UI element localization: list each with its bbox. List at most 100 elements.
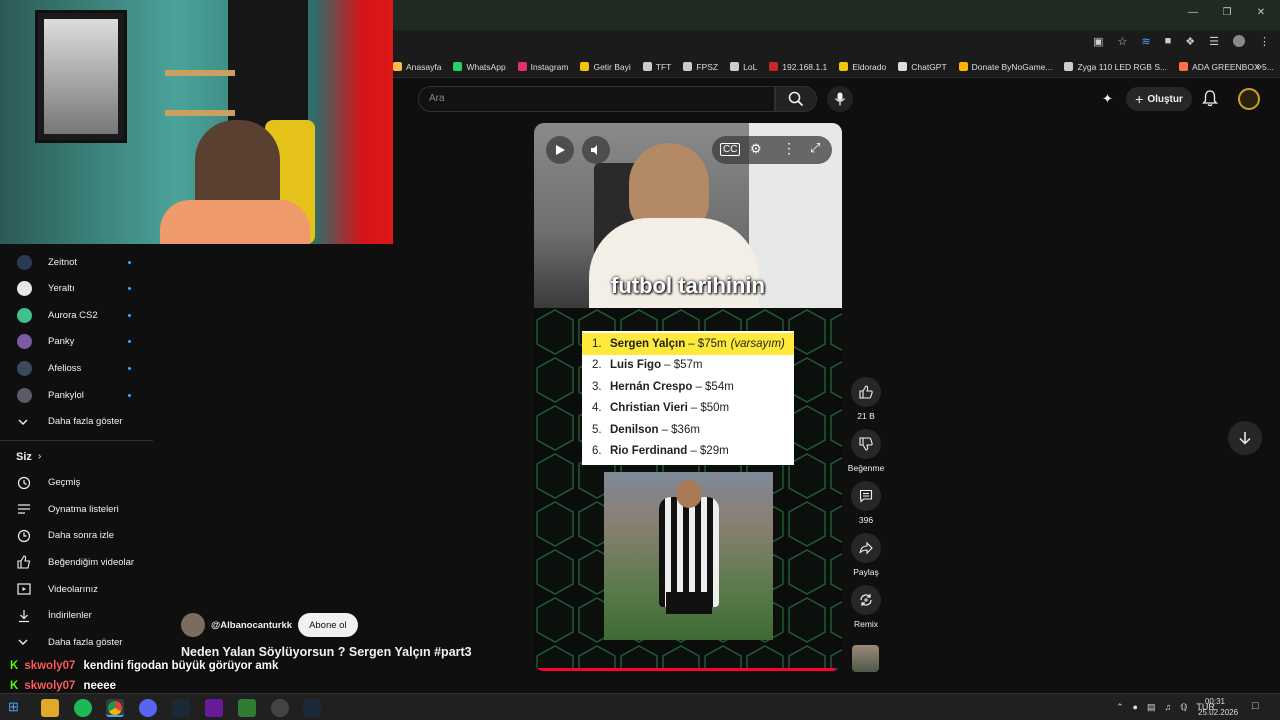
video-caption: futbol tarihinin: [611, 273, 765, 298]
playlist-icon: [18, 504, 30, 514]
dislike-label: Beğenme: [847, 463, 885, 473]
file-explorer-icon[interactable]: [41, 699, 59, 717]
windows-start-icon[interactable]: ⊞: [8, 699, 26, 717]
bookmark-item[interactable]: WhatsApp: [453, 62, 506, 72]
voice-search-button[interactable]: [827, 86, 853, 112]
fullscreen-icon[interactable]: ⤢: [810, 140, 820, 156]
subscription-item[interactable]: Afelioss: [0, 355, 153, 381]
extensions-puzzle-icon[interactable]: ❖: [1185, 35, 1195, 48]
dislike-button[interactable]: Beğenme: [846, 429, 886, 473]
bookmark-star-icon[interactable]: ☆: [1118, 35, 1128, 48]
sidebar-item[interactable]: Oynatma listeleri: [0, 496, 153, 522]
sidebar-item-label: Videolarınız: [48, 583, 98, 595]
captions-icon[interactable]: CC: [720, 143, 741, 156]
like-button[interactable]: 21 B: [849, 377, 883, 421]
show-more-button[interactable]: Daha fazla göster: [0, 629, 153, 655]
bookmark-item[interactable]: LoL: [730, 62, 757, 72]
subscribe-button[interactable]: Abone ol: [298, 613, 358, 637]
subscription-item[interactable]: Panky: [0, 329, 153, 355]
subscription-item[interactable]: Aurora CS2: [0, 302, 153, 328]
bookmark-item[interactable]: Getir Bayi: [580, 62, 631, 72]
notification-center-icon[interactable]: □: [1252, 700, 1259, 712]
sidebar-item-label: Geçmiş: [48, 477, 81, 489]
extension-icon[interactable]: ≋: [1141, 35, 1150, 48]
ranking-row: 4. Christian Vieri – $50m: [582, 398, 794, 420]
subscription-item[interactable]: Pankylol: [0, 382, 153, 408]
bookmark-item[interactable]: Donate ByNoGame...: [958, 62, 1052, 72]
channel-avatar[interactable]: [181, 613, 205, 637]
rank-number: 5.: [592, 423, 602, 436]
bookmark-item[interactable]: Eldorado: [839, 62, 886, 72]
discord-icon[interactable]: [139, 699, 157, 717]
steam-icon[interactable]: [303, 699, 321, 717]
bookmark-item[interactable]: ChatGPT: [898, 62, 947, 72]
next-short-button[interactable]: [1228, 421, 1262, 455]
bookmark-label: FPSZ: [696, 61, 719, 72]
spotify-icon[interactable]: [74, 699, 92, 717]
steam-icon[interactable]: [172, 699, 190, 717]
thumbs-down-icon: [859, 437, 873, 451]
minimize-icon[interactable]: —: [1182, 7, 1204, 18]
rank-number: 3.: [592, 380, 602, 393]
player-name: Denilson: [610, 423, 659, 436]
subscription-item[interactable]: Zeitnot: [0, 249, 153, 275]
app-icon[interactable]: [205, 699, 223, 717]
create-button[interactable]: + Oluştur: [1126, 87, 1192, 111]
sidebar-item[interactable]: İndirilenler: [0, 603, 153, 629]
sidebar-item[interactable]: Daha sonra izle: [0, 523, 153, 549]
network-icon: ▤: [1146, 702, 1156, 712]
transfer-value: – $29m: [690, 445, 729, 458]
bookmark-label: Anasayfa: [406, 61, 442, 72]
progress-track[interactable]: [538, 668, 838, 671]
search-button[interactable]: [775, 86, 817, 112]
account-avatar[interactable]: [1238, 88, 1260, 110]
sidebar-item[interactable]: Videolarınız: [0, 576, 153, 602]
sidebar-item[interactable]: Beğendiğim videolar: [0, 549, 153, 575]
profile-avatar[interactable]: [1233, 35, 1245, 47]
comment-icon: [859, 489, 873, 503]
bookmark-item[interactable]: Anasayfa: [393, 62, 441, 72]
sound-thumbnail[interactable]: [852, 645, 879, 672]
plus-icon: +: [1135, 91, 1144, 107]
app-icon[interactable]: [271, 699, 289, 717]
remix-button[interactable]: Remix: [849, 585, 883, 629]
search-input[interactable]: Ara: [418, 86, 775, 112]
bookmark-item[interactable]: Zyga 110 LED RGB S...: [1064, 62, 1167, 72]
channel-name[interactable]: @Albanocanturkk: [211, 620, 292, 631]
extension-icon[interactable]: ■: [1165, 35, 1172, 48]
bookmark-item[interactable]: Instagram: [517, 62, 568, 72]
create-label: Oluştur: [1147, 93, 1183, 105]
chevron-up-icon[interactable]: ⌃: [1116, 702, 1124, 713]
media-control-icon[interactable]: ☰: [1209, 35, 1219, 48]
clock[interactable]: 00:31 25.02.2026: [1198, 696, 1238, 718]
close-icon[interactable]: ✕: [1250, 7, 1272, 18]
bookmark-item[interactable]: FPSZ: [683, 62, 718, 72]
settings-gear-icon[interactable]: ⚙: [750, 141, 762, 157]
bookmark-favicon-icon: [517, 62, 527, 71]
mute-button[interactable]: [582, 136, 610, 164]
create-short-icon[interactable]: ✦: [1102, 91, 1113, 107]
subscription-item[interactable]: Yeraltı: [0, 276, 153, 302]
bookmark-item[interactable]: TFT: [642, 62, 671, 72]
install-app-icon[interactable]: ▣: [1093, 35, 1103, 48]
restore-icon[interactable]: ❐: [1216, 7, 1238, 18]
browser-menu-icon[interactable]: ⋮: [1259, 35, 1270, 48]
sidebar-item[interactable]: Geçmiş: [0, 470, 153, 496]
app-icon[interactable]: [238, 699, 256, 717]
bookmark-item[interactable]: 192.168.1.1: [769, 62, 827, 72]
play-button[interactable]: [546, 136, 574, 164]
you-section-header[interactable]: Siz ›: [0, 444, 153, 470]
ranking-row: 1. Sergen Yalçın – $75m (varsayım): [582, 333, 794, 355]
share-button[interactable]: Paylaş: [849, 533, 883, 577]
show-more-button[interactable]: Daha fazla göster: [0, 409, 153, 435]
portrait-frame: [35, 10, 127, 143]
notifications-icon[interactable]: [1201, 90, 1219, 112]
bookmark-favicon-icon: [1064, 62, 1074, 71]
comments-button[interactable]: 396: [849, 481, 883, 525]
bookmark-favicon-icon: [453, 62, 463, 71]
bookmarks-overflow-icon[interactable]: »: [1256, 61, 1262, 73]
more-options-icon[interactable]: ⋮: [782, 140, 796, 157]
short-title[interactable]: Neden Yalan Söylüyorsun ? Sergen Yalçın …: [181, 645, 472, 659]
short-player[interactable]: futbol tarihinin CC ⚙ ⋮ ⤢ 1. Sergen Yalçı…: [534, 123, 842, 671]
chrome-icon[interactable]: [106, 699, 124, 717]
